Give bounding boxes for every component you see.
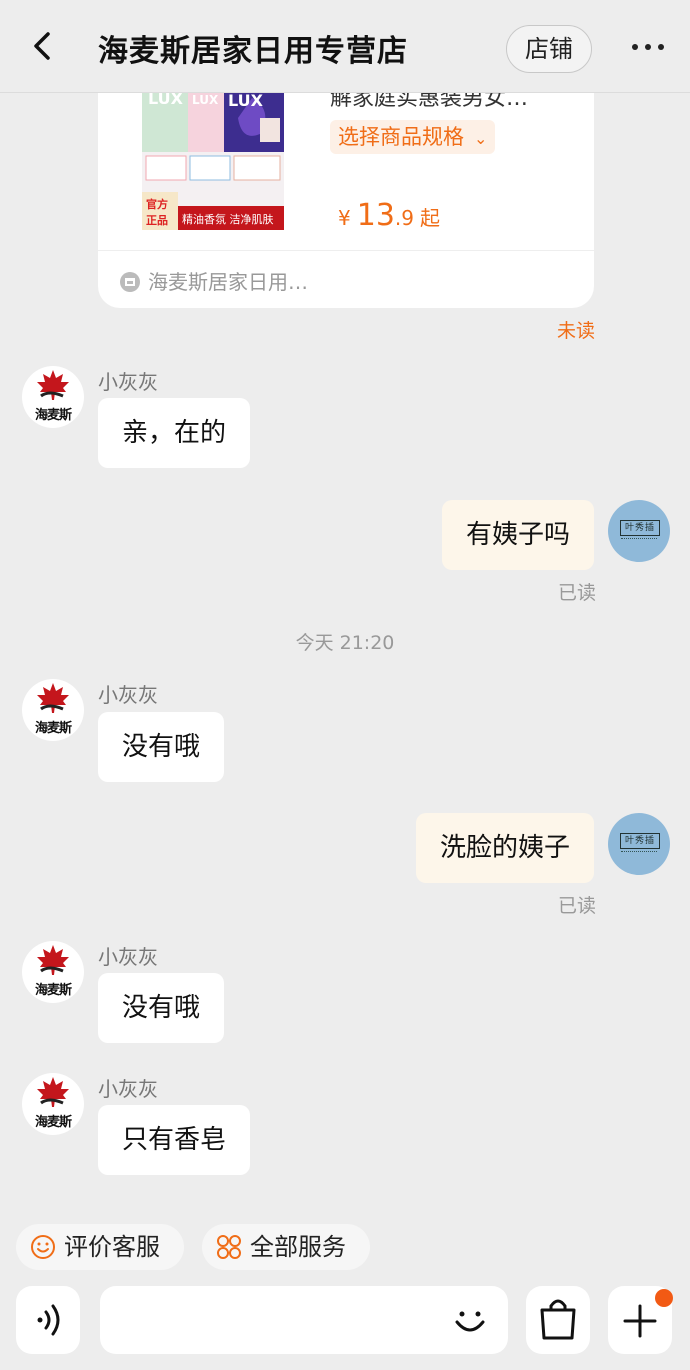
price-integer: 13 xyxy=(356,198,395,233)
more-options-icon[interactable] xyxy=(632,44,666,54)
shop-avatar[interactable]: 海麦斯 xyxy=(22,1073,84,1135)
shop-avatar-text: 海麦斯 xyxy=(34,983,72,998)
shop-button[interactable]: 店铺 xyxy=(506,25,592,73)
maple-leaf-logo-icon xyxy=(37,945,69,975)
chat-header: 海麦斯居家日用专营店 店铺 xyxy=(0,0,690,93)
message-sender: 小灰灰 xyxy=(98,683,158,707)
maple-leaf-logo-icon xyxy=(37,1077,69,1107)
message-sender: 小灰灰 xyxy=(98,1077,158,1101)
maple-leaf-logo-icon xyxy=(37,683,69,713)
shopping-bag-icon xyxy=(540,1299,576,1340)
price-decimal: .9 xyxy=(394,206,415,230)
message-sender: 小灰灰 xyxy=(98,945,158,969)
user-avatar-text: 叶秀插 xyxy=(620,833,660,849)
svg-text:精油香氛 洁净肌肤: 精油香氛 洁净肌肤 xyxy=(182,212,274,226)
user-avatar[interactable]: 叶秀插 xyxy=(608,500,670,562)
message-bubble-outgoing[interactable]: 洗脸的姨子 xyxy=(415,813,594,883)
shopping-bag-button[interactable] xyxy=(526,1286,590,1354)
chevron-down-icon: ⌄ xyxy=(474,129,488,148)
services-grid-icon xyxy=(217,1235,241,1259)
svg-text:正品: 正品 xyxy=(146,214,168,227)
store-icon xyxy=(120,272,140,292)
user-avatar-text: 叶秀插 xyxy=(620,520,660,536)
message-bubble-incoming[interactable]: 没有哦 xyxy=(98,712,225,782)
rate-service-label: 评价客服 xyxy=(64,1233,160,1261)
voice-wave-icon xyxy=(37,1304,60,1336)
emoji-icon[interactable] xyxy=(450,1300,490,1340)
input-bar xyxy=(0,1286,690,1370)
back-arrow-icon[interactable] xyxy=(26,30,58,62)
message-bubble-outgoing[interactable]: 有姨子吗 xyxy=(441,500,594,570)
shop-avatar[interactable]: 海麦斯 xyxy=(22,941,84,1003)
user-avatar[interactable]: 叶秀插 xyxy=(608,813,670,875)
product-image[interactable]: 官方 正品 精油香氛 洁净肌肤 LUX LUX LUX xyxy=(142,88,284,230)
svg-text:官方: 官方 xyxy=(146,197,168,211)
price-suffix: 起 xyxy=(420,206,441,230)
card-store-name: 海麦斯居家日用… xyxy=(148,270,308,294)
maple-leaf-logo-icon xyxy=(37,370,69,400)
card-store-link[interactable]: 海麦斯居家日用… xyxy=(120,266,308,295)
message-input[interactable] xyxy=(100,1286,508,1354)
svg-text:LUX: LUX xyxy=(228,91,264,110)
user-avatar-decoration xyxy=(621,538,657,541)
shop-avatar-text: 海麦斯 xyxy=(34,1115,72,1130)
smile-face-icon xyxy=(31,1235,55,1259)
product-card[interactable]: 官方 正品 精油香氛 洁净肌肤 LUX LUX LUX 解家庭实惠装男女… 选择… xyxy=(98,60,594,308)
select-spec-label: 选择商品规格 xyxy=(338,125,464,149)
select-spec-button[interactable]: 选择商品规格 ⌄ xyxy=(330,120,496,154)
shop-avatar-text: 海麦斯 xyxy=(34,721,72,736)
shop-avatar[interactable]: 海麦斯 xyxy=(22,366,84,428)
message-bubble-incoming[interactable]: 没有哦 xyxy=(98,973,225,1043)
shop-avatar-text: 海麦斯 xyxy=(34,408,72,423)
rate-service-button[interactable]: 评价客服 xyxy=(16,1224,184,1270)
all-services-label: 全部服务 xyxy=(250,1233,346,1261)
price-currency: ¥ xyxy=(338,206,351,230)
message-bubble-incoming[interactable]: 亲，在的 xyxy=(98,398,251,468)
message-sender: 小灰灰 xyxy=(98,370,158,394)
shop-avatar[interactable]: 海麦斯 xyxy=(22,679,84,741)
message-bubble-incoming[interactable]: 只有香皂 xyxy=(98,1105,251,1175)
unread-status: 未读 xyxy=(557,320,596,342)
chat-title: 海麦斯居家日用专营店 xyxy=(98,34,408,69)
card-divider xyxy=(98,250,594,251)
product-price: ¥13.9 起 xyxy=(338,198,440,233)
svg-text:LUX: LUX xyxy=(192,93,219,107)
all-services-button[interactable]: 全部服务 xyxy=(202,1224,370,1270)
voice-input-button[interactable] xyxy=(16,1286,80,1354)
notification-dot xyxy=(655,1289,673,1307)
read-status: 已读 xyxy=(558,895,597,917)
read-status: 已读 xyxy=(558,582,597,604)
message-timestamp: 今天 21:20 xyxy=(295,632,395,654)
user-avatar-decoration xyxy=(621,851,657,854)
